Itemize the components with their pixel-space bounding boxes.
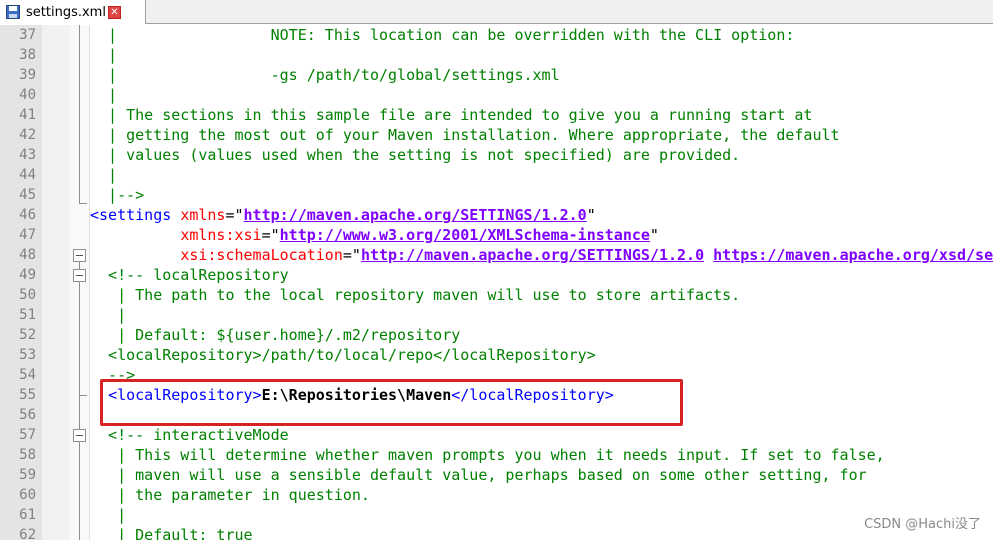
highlight-box: [100, 379, 683, 426]
link[interactable]: http://www.w3.org/2001/XMLSchema-instanc…: [280, 226, 650, 244]
code-line: 46 <settings xmlns="http://maven.apache.o…: [19, 206, 596, 224]
code-line: 62 | Default: true: [19, 526, 253, 540]
code-line: 44 |: [19, 166, 118, 184]
save-icon: [6, 5, 20, 19]
code-line: 51 |: [19, 306, 127, 324]
code-line: 43 | values (values used when the settin…: [19, 146, 741, 164]
close-icon[interactable]: ✕: [107, 5, 121, 19]
code-line: 38 |: [19, 46, 118, 64]
code-line: 52 | Default: ${user.home}/.m2/repositor…: [19, 326, 461, 344]
code-line: 45 |-->: [19, 186, 145, 204]
tab-filename: settings.xml: [26, 4, 106, 20]
code-line: 61 |: [19, 506, 127, 524]
code-line: 48 xsi:schemaLocation="http://maven.apac…: [0, 245, 993, 265]
code-line: 53 <localRepository>/path/to/local/repo<…: [19, 346, 596, 364]
code-line: 59 | maven will use a sensible default v…: [19, 466, 867, 484]
code-line: 60 | the parameter in question.: [19, 486, 370, 504]
code-line: 41 | The sections in this sample file ar…: [19, 106, 813, 124]
code-line: 49 <!-- localRepository: [19, 266, 289, 284]
code-line: 50 | The path to the local repository ma…: [19, 286, 741, 304]
tab-settings-xml[interactable]: settings.xml ✕: [0, 0, 146, 24]
code-line: 42 | getting the most out of your Maven …: [19, 126, 840, 144]
code-line: 57 <!-- interactiveMode: [19, 426, 289, 444]
code-line: 58 | This will determine whether maven p…: [19, 446, 885, 464]
link[interactable]: http://maven.apache.org/SETTINGS/1.2.0: [361, 246, 704, 264]
code-line: 40 |: [19, 86, 118, 104]
code-line: 47 xmlns:xsi="http://www.w3.org/2001/XML…: [19, 226, 659, 244]
code-lines: 37 | NOTE: This location can be overridd…: [0, 25, 993, 540]
code-line: 37 | NOTE: This location can be overridd…: [19, 26, 795, 44]
link[interactable]: http://maven.apache.org/SETTINGS/1.2.0: [244, 206, 587, 224]
code-line: 39 | -gs /path/to/global/settings.xml: [19, 66, 560, 84]
code-editor[interactable]: 37 | NOTE: This location can be overridd…: [0, 25, 993, 540]
tab-bar: settings.xml ✕: [0, 0, 993, 24]
watermark: CSDN @Hachi没了: [864, 517, 981, 532]
link[interactable]: https://maven.apache.org/xsd/settings-1.…: [713, 246, 993, 264]
